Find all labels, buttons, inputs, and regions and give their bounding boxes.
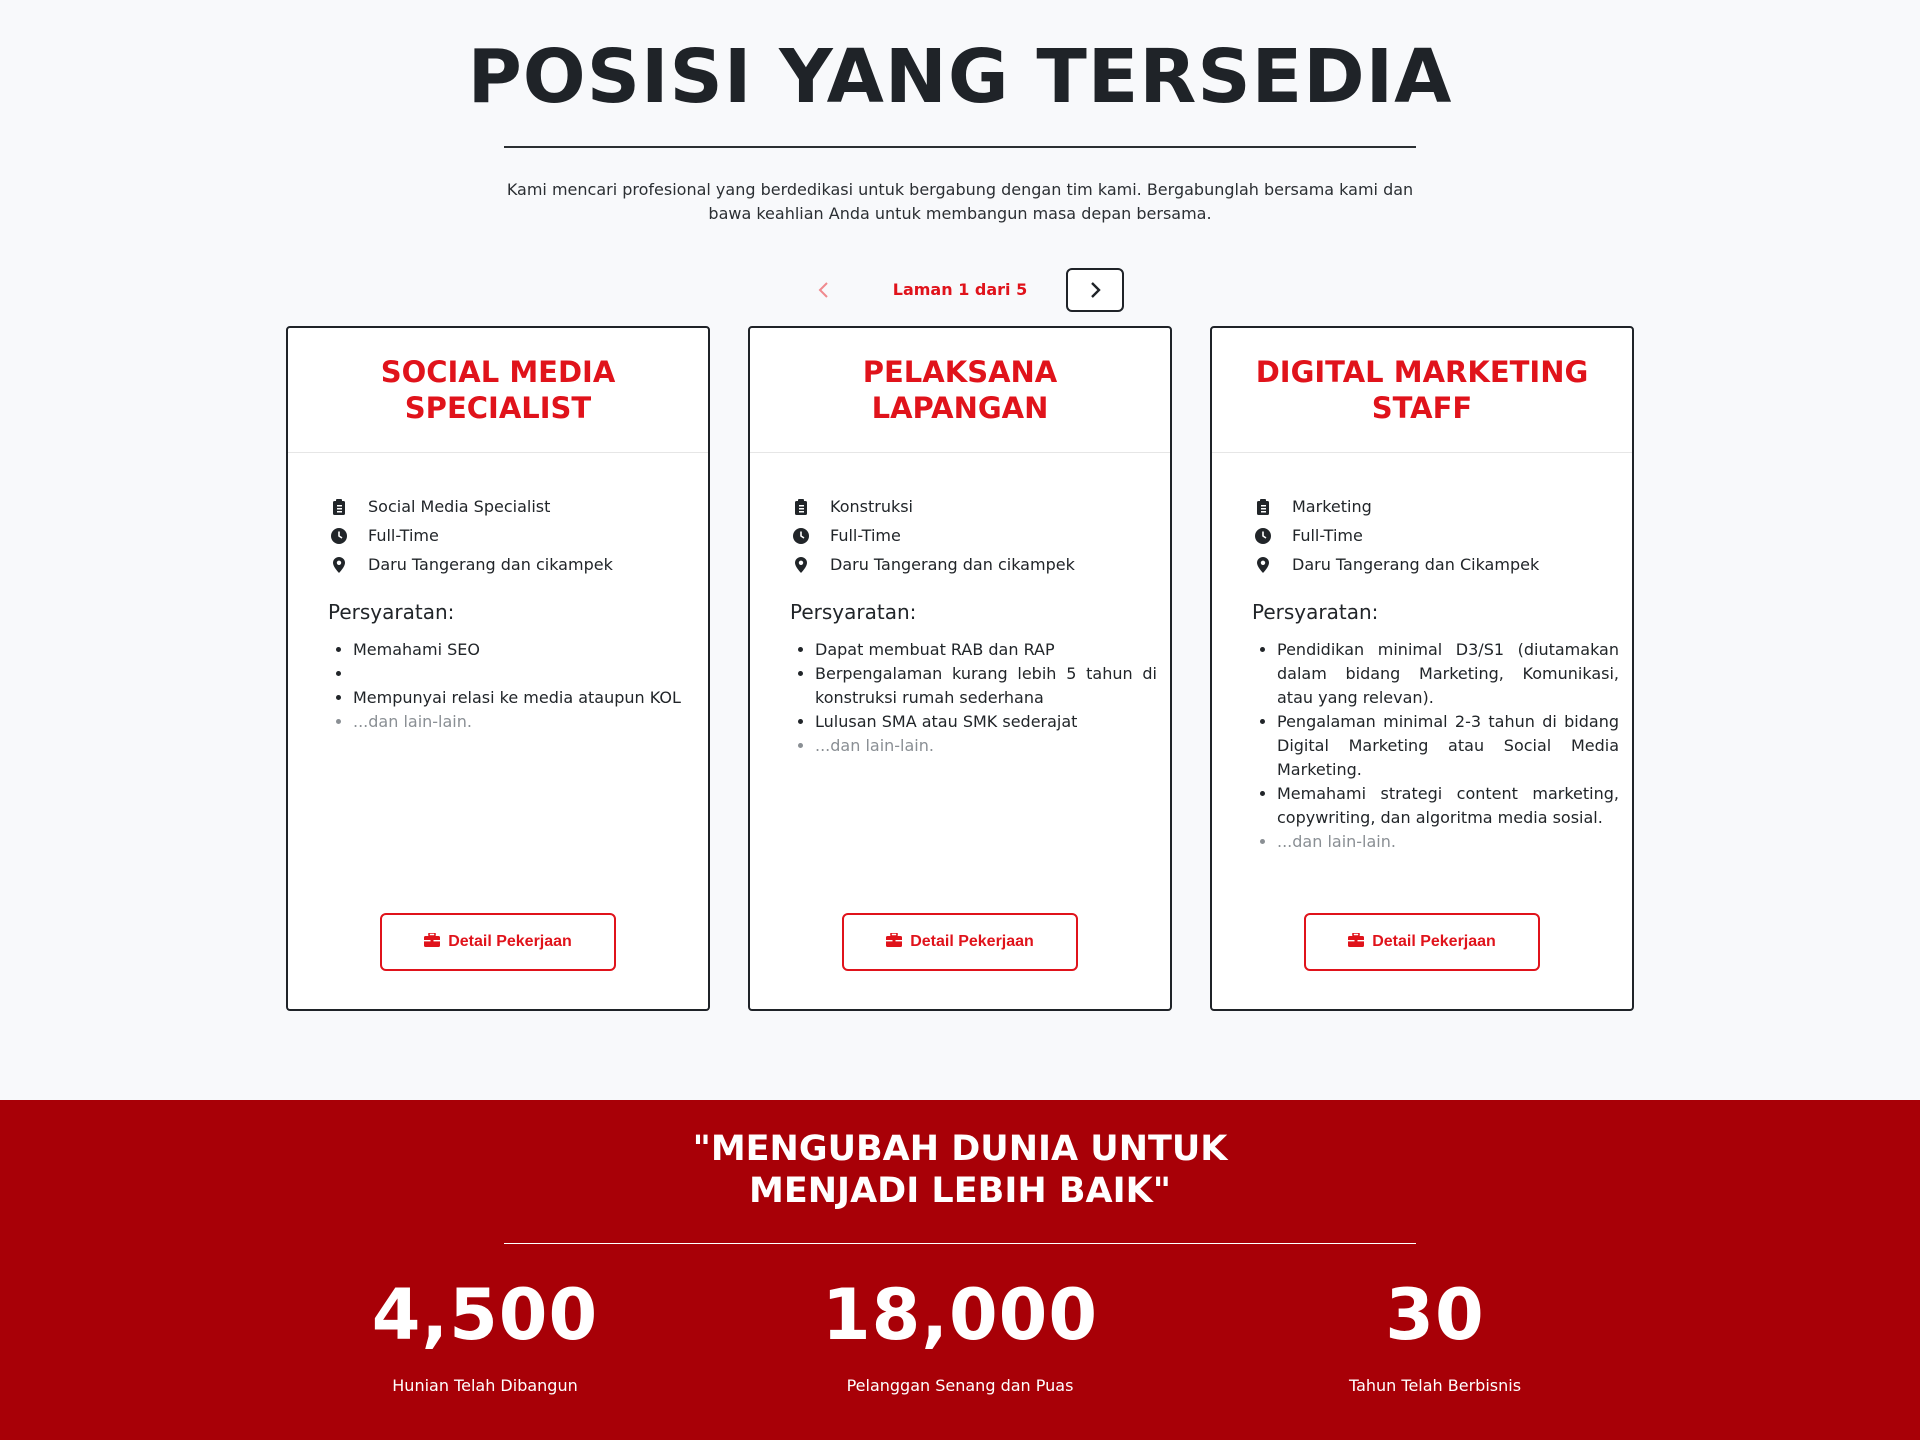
map-pin-icon <box>790 556 812 574</box>
title-divider <box>504 146 1416 148</box>
requirement-item <box>353 662 695 686</box>
stat-label: Tahun Telah Berbisnis <box>1348 1376 1522 1395</box>
requirements-title: Persyaratan: <box>1252 600 1379 624</box>
briefcase-icon <box>1348 931 1365 952</box>
job-detail-button[interactable]: Detail Pekerjaan <box>380 913 616 971</box>
clipboard-icon <box>790 498 812 516</box>
job-card: SOCIAL MEDIA SPECIALIST Social Media Spe… <box>286 326 710 1011</box>
pagination: Laman 1 dari 5 <box>0 268 1920 312</box>
job-detail-button[interactable]: Detail Pekerjaan <box>1304 913 1540 971</box>
job-meta: Konstruksi Full-Time Daru Tangerang dan … <box>790 492 1075 579</box>
map-pin-icon <box>1252 556 1274 574</box>
stat-item: 30 Tahun Telah Berbisnis <box>1225 1270 1645 1398</box>
requirement-item: Pengalaman minimal 2-3 tahun di bidang D… <box>1277 710 1619 782</box>
careers-page: POSISI YANG TERSEDIA Kami mencari profes… <box>0 0 1920 1440</box>
job-title: SOCIAL MEDIA SPECIALIST <box>380 355 616 425</box>
job-title: PELAKSANA LAPANGAN <box>862 355 1058 425</box>
requirement-more: ...dan lain-lain. <box>815 734 1157 758</box>
requirement-item: Memahami SEO <box>353 638 695 662</box>
chevron-left-icon <box>802 281 846 299</box>
clock-icon <box>790 527 812 545</box>
stats-band: "MENGUBAH DUNIA UNTUK MENJADI LEBIH BAIK… <box>0 1100 1920 1440</box>
requirements-list: Pendidikan minimal D3/S1 (diutamakan dal… <box>1252 638 1619 854</box>
job-card: PELAKSANA LAPANGAN Konstruksi Full-Time … <box>748 326 1172 1011</box>
stat-item: 4,500 Hunian Telah Dibangun <box>275 1270 695 1398</box>
clipboard-icon <box>1252 498 1274 516</box>
job-category: Konstruksi <box>790 492 1075 521</box>
requirements-list: Dapat membuat RAB dan RAP Berpengalaman … <box>790 638 1157 758</box>
job-category: Marketing <box>1252 492 1539 521</box>
previous-page-button[interactable] <box>802 268 846 312</box>
requirement-item: Pendidikan minimal D3/S1 (diutamakan dal… <box>1277 638 1619 710</box>
stat-value: 30 <box>1385 1274 1485 1356</box>
job-detail-button[interactable]: Detail Pekerjaan <box>842 913 1078 971</box>
job-location: Daru Tangerang dan cikampek <box>328 550 613 579</box>
requirements-list: Memahami SEO Mempunyai relasi ke media a… <box>328 638 695 734</box>
job-meta: Social Media Specialist Full-Time Daru T… <box>328 492 613 579</box>
job-type: Full-Time <box>790 521 1075 550</box>
page-title: POSISI YANG TERSEDIA <box>467 34 1453 120</box>
job-card: DIGITAL MARKETING STAFF Marketing Full-T… <box>1210 326 1634 1011</box>
job-card-header: PELAKSANA LAPANGAN <box>750 328 1170 453</box>
job-location: Daru Tangerang dan Cikampek <box>1252 550 1539 579</box>
job-type: Full-Time <box>328 521 613 550</box>
clock-icon <box>1252 527 1274 545</box>
requirement-item: Dapat membuat RAB dan RAP <box>815 638 1157 662</box>
requirement-item: Mempunyai relasi ke media ataupun KOL <box>353 686 695 710</box>
stat-label: Hunian Telah Dibangun <box>392 1376 578 1395</box>
requirement-more: ...dan lain-lain. <box>1277 830 1619 854</box>
briefcase-icon <box>424 931 441 952</box>
stat-item: 18,000 Pelanggan Senang dan Puas <box>750 1270 1170 1398</box>
job-location: Daru Tangerang dan cikampek <box>790 550 1075 579</box>
requirement-more: ...dan lain-lain. <box>353 710 695 734</box>
clipboard-icon <box>328 498 350 516</box>
job-card-header: SOCIAL MEDIA SPECIALIST <box>288 328 708 453</box>
map-pin-icon <box>328 556 350 574</box>
requirements-title: Persyaratan: <box>790 600 917 624</box>
stat-value: 18,000 <box>821 1274 1099 1356</box>
job-meta: Marketing Full-Time Daru Tangerang dan C… <box>1252 492 1539 579</box>
requirement-item: Memahami strategi content marketing, cop… <box>1277 782 1619 830</box>
stat-label: Pelanggan Senang dan Puas <box>846 1376 1074 1395</box>
job-title: DIGITAL MARKETING STAFF <box>1255 355 1589 425</box>
clock-icon <box>328 527 350 545</box>
stat-value: 4,500 <box>371 1274 599 1356</box>
page-indicator: Laman 1 dari 5 <box>892 280 1028 299</box>
band-divider <box>504 1243 1416 1244</box>
intro-text: Kami mencari profesional yang berdedikas… <box>506 180 1414 223</box>
briefcase-icon <box>886 931 903 952</box>
job-category: Social Media Specialist <box>328 492 613 521</box>
job-card-header: DIGITAL MARKETING STAFF <box>1212 328 1632 453</box>
requirements-title: Persyaratan: <box>328 600 455 624</box>
requirement-item: Berpengalaman kurang lebih 5 tahun di ko… <box>815 662 1157 710</box>
job-type: Full-Time <box>1252 521 1539 550</box>
next-page-button[interactable] <box>1066 268 1124 312</box>
mission-quote: "MENGUBAH DUNIA UNTUK MENJADI LEBIH BAIK… <box>692 1129 1228 1211</box>
chevron-right-icon <box>1068 281 1122 299</box>
requirement-item: Lulusan SMA atau SMK sederajat <box>815 710 1157 734</box>
